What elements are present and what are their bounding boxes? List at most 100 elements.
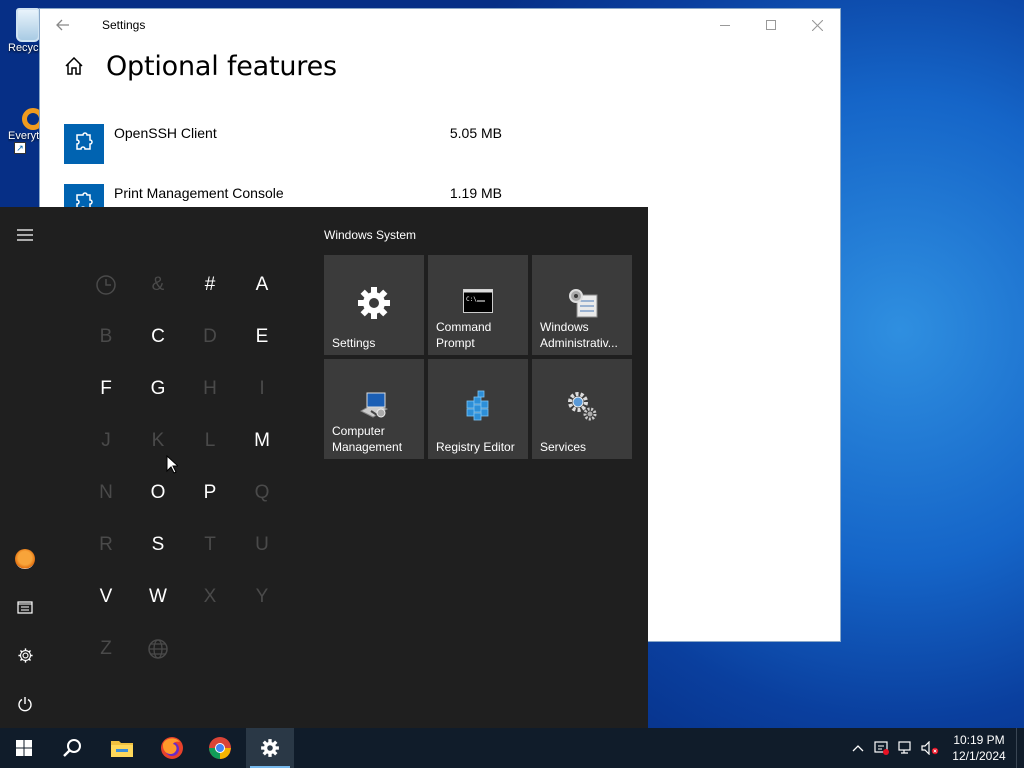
gear-icon	[324, 285, 424, 321]
system-tray: 10:19 PM 12/1/2024	[846, 728, 1024, 768]
jump-letter-X: X	[203, 586, 217, 607]
jump-letter-V[interactable]: V	[80, 571, 132, 623]
volume-muted-icon	[921, 741, 939, 755]
jump-letter-T: T	[204, 534, 216, 555]
page-header: Optional features	[40, 41, 840, 91]
windows-start-icon	[16, 740, 32, 756]
jump-letter-W[interactable]: W	[132, 571, 184, 623]
documents-button[interactable]	[0, 583, 50, 631]
settings-button[interactable]	[0, 631, 50, 679]
jump-letter-E[interactable]: E	[236, 311, 288, 363]
admin-tools-icon	[532, 285, 632, 319]
jump-letter-Y: Y	[255, 586, 269, 607]
jump-letter-G[interactable]: G	[132, 363, 184, 415]
tile-group-title: Windows System	[324, 228, 417, 242]
settings-taskbar-button[interactable]	[246, 728, 294, 768]
firefox-icon	[161, 737, 183, 759]
home-button[interactable]	[62, 54, 86, 78]
jump-letter-N: N	[99, 482, 113, 503]
jump-letter-I: I	[259, 378, 265, 399]
chrome-button[interactable]	[196, 728, 244, 768]
power-button[interactable]	[0, 680, 50, 728]
jump-letter-S[interactable]: S	[132, 519, 184, 571]
maximize-icon	[766, 20, 776, 30]
close-icon	[811, 19, 823, 31]
power-icon	[18, 697, 32, 712]
file-explorer-button[interactable]	[98, 728, 146, 768]
window-controls	[702, 9, 840, 41]
search-button[interactable]	[48, 728, 96, 768]
tile-registry-editor[interactable]: Registry Editor	[428, 359, 528, 459]
desktop-icon-label: Everything	[8, 130, 40, 142]
command-prompt-icon: C:\	[428, 289, 528, 313]
shortcut-arrow-icon: ↗	[14, 142, 26, 154]
tile-label: Windows Administrativ...	[540, 320, 618, 350]
network-tray-button[interactable]	[894, 728, 918, 768]
chrome-icon	[209, 737, 231, 759]
jump-letter-C[interactable]: C	[132, 311, 184, 363]
tile-command-prompt[interactable]: C:\ Command Prompt	[428, 255, 528, 355]
feature-openssh-client[interactable]: OpenSSH Client 5.05 MB	[64, 124, 504, 164]
jump-letter-J: J	[101, 430, 111, 451]
tile-label: Registry Editor	[436, 440, 515, 454]
tile-settings[interactable]: Settings	[324, 255, 424, 355]
start-button[interactable]	[0, 728, 48, 768]
desktop-icon-recycle-bin[interactable]: Recycle Bin	[0, 8, 40, 54]
globe-icon	[132, 623, 184, 675]
recycle-bin-icon	[16, 8, 40, 42]
back-arrow-icon	[56, 19, 69, 31]
taskbar: 10:19 PM 12/1/2024	[0, 728, 1024, 768]
show-hidden-icons-button[interactable]	[846, 728, 870, 768]
feature-name: OpenSSH Client	[114, 125, 217, 141]
jump-letter-Z: Z	[100, 638, 112, 659]
jump-letter-A[interactable]: A	[236, 259, 288, 311]
maximize-button[interactable]	[748, 9, 794, 41]
title-bar[interactable]: Settings	[40, 9, 840, 41]
volume-tray-button[interactable]	[918, 728, 942, 768]
tile-services[interactable]: Services	[532, 359, 632, 459]
jump-letter-U: U	[255, 534, 269, 555]
feature-size: 5.05 MB	[449, 125, 502, 141]
settings-gear-icon	[17, 647, 33, 663]
svg-text:C:\: C:\	[466, 296, 477, 303]
tile-computer-management[interactable]: Computer Management	[324, 359, 424, 459]
tile-label: Computer Management	[332, 424, 403, 454]
jump-letter-B: B	[99, 326, 113, 347]
chevron-up-icon	[852, 745, 864, 752]
clock-time: 10:19 PM	[953, 733, 1005, 747]
jump-letter-D: D	[203, 326, 217, 347]
minimize-icon	[720, 24, 730, 26]
firefox-button[interactable]	[148, 728, 196, 768]
jump-letter-L: L	[204, 430, 216, 451]
alphabet-jump-grid: & # A B C D E F G H I J K L M N O P Q R S T U V W X Y Z	[80, 259, 290, 675]
clock-icon	[80, 259, 132, 311]
close-button[interactable]	[794, 9, 840, 41]
desktop-icon-everything[interactable]: ↗ Everything	[0, 108, 44, 154]
security-tray-button[interactable]	[870, 728, 894, 768]
page-title: Optional features	[106, 50, 337, 82]
expand-menu-button[interactable]	[0, 211, 50, 259]
show-desktop-button[interactable]	[1016, 728, 1024, 768]
jump-letter-P[interactable]: P	[184, 467, 236, 519]
jump-letter-#[interactable]: #	[184, 259, 236, 311]
tile-label: Settings	[332, 336, 376, 350]
start-rail	[0, 207, 50, 728]
search-icon	[63, 739, 81, 757]
file-explorer-icon	[111, 741, 133, 757]
user-account-button[interactable]	[0, 535, 50, 583]
minimize-button[interactable]	[702, 9, 748, 41]
desktop-icon-label: Recycle Bin	[8, 42, 40, 54]
tile-label: Services	[540, 440, 587, 454]
back-button[interactable]	[40, 9, 86, 41]
taskbar-clock[interactable]: 10:19 PM 12/1/2024	[942, 732, 1016, 764]
security-icon	[874, 741, 889, 755]
jump-letter-F[interactable]: F	[80, 363, 132, 415]
jump-letter-M[interactable]: M	[236, 415, 288, 467]
mouse-cursor-icon	[166, 455, 178, 474]
tile-windows-administrative-tools[interactable]: Windows Administrativ...	[532, 255, 632, 355]
start-menu: & # A B C D E F G H I J K L M N O P Q R S T U V W X Y Z Windows Sys…	[0, 207, 648, 728]
jump-letter-O[interactable]: O	[132, 467, 184, 519]
feature-size: 1.19 MB	[449, 185, 502, 201]
home-icon	[65, 57, 83, 75]
jump-letter-R: R	[99, 534, 113, 555]
